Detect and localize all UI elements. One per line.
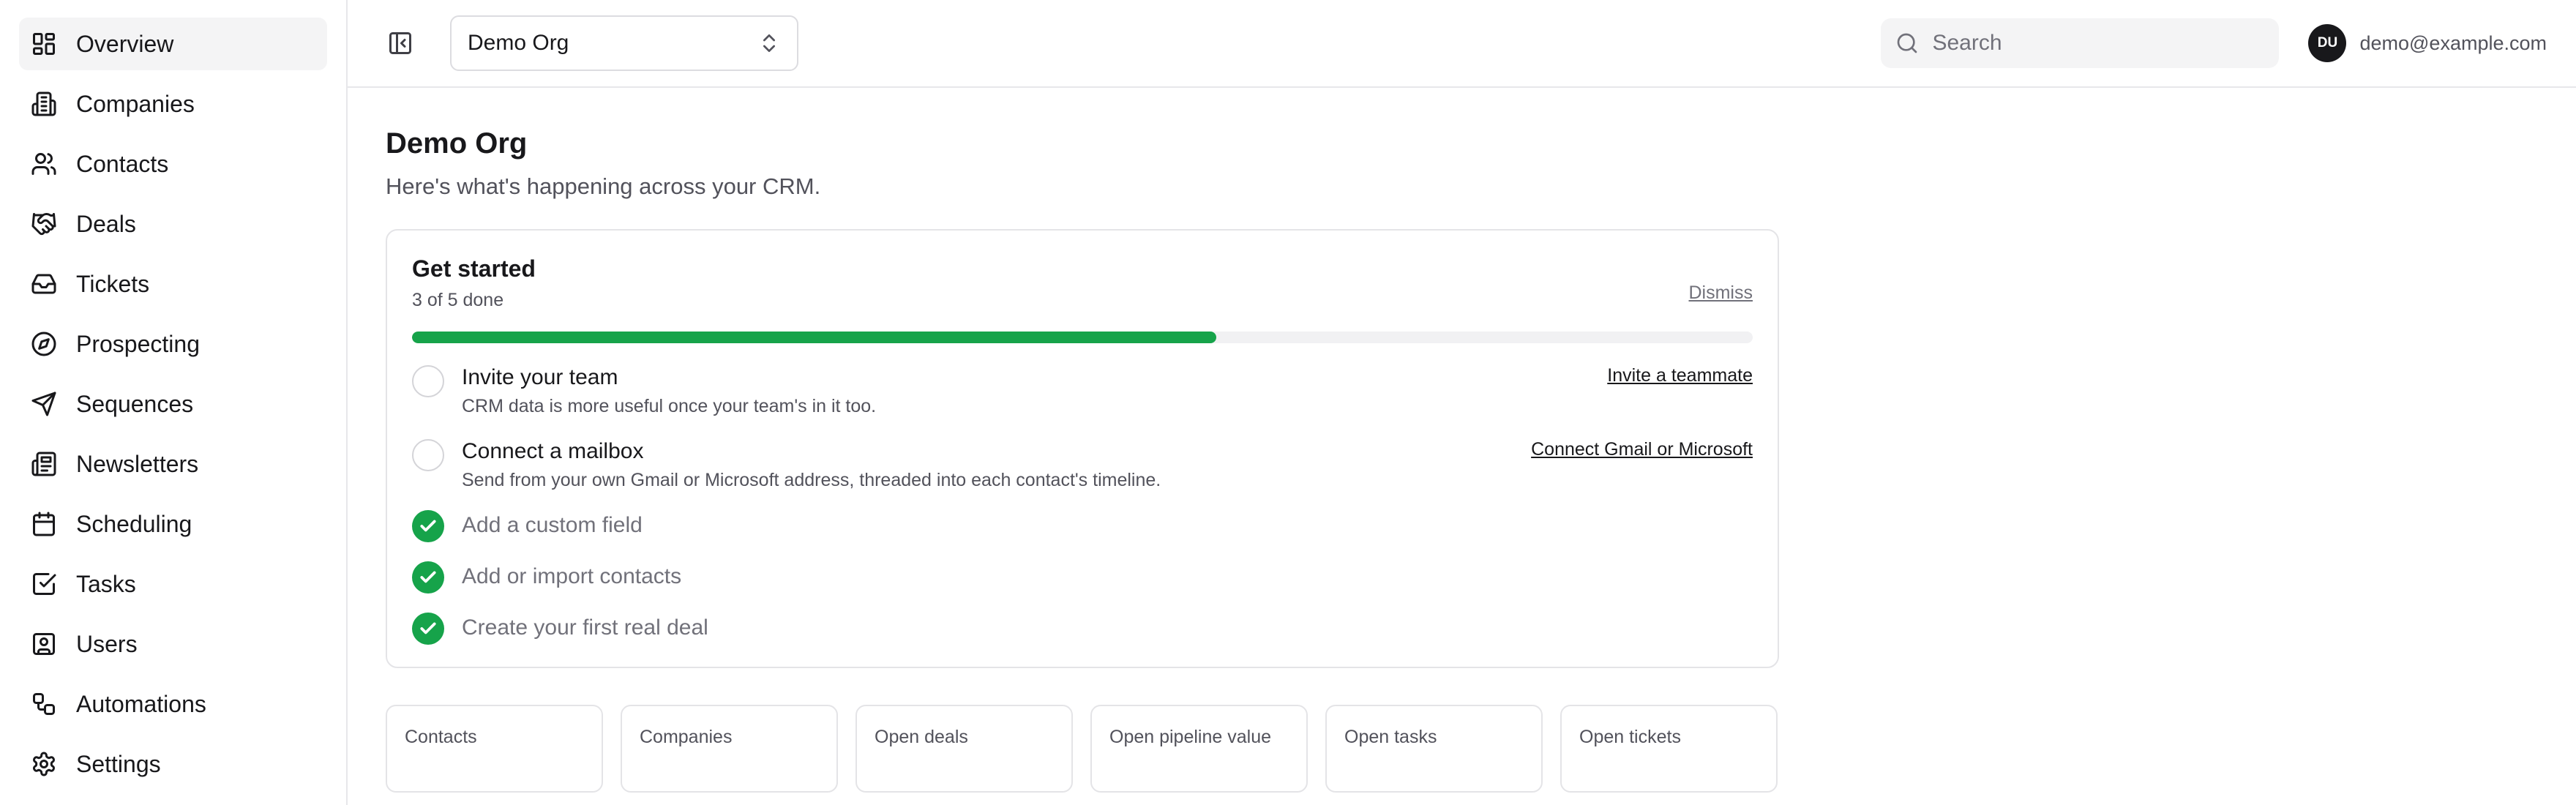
users-icon xyxy=(31,153,56,175)
connect-mailbox-link[interactable]: Connect Gmail or Microsoft xyxy=(1531,439,1753,460)
sidebar-item-tasks[interactable]: Tasks xyxy=(19,558,327,610)
get-started-heading: Get started 3 of 5 done xyxy=(412,255,536,311)
sidebar-item-label: Sequences xyxy=(76,390,194,417)
workflow-icon xyxy=(33,693,55,715)
sidebar-item-sequences[interactable]: Sequences xyxy=(19,378,327,430)
sidebar-toggle-button[interactable] xyxy=(386,29,415,58)
progress-bar xyxy=(412,332,1753,343)
sidebar-item-label: Scheduling xyxy=(76,510,192,537)
check-icon xyxy=(420,622,436,634)
invite-teammate-link[interactable]: Invite a teammate xyxy=(1607,365,1753,386)
sidebar-item-contacts[interactable]: Contacts xyxy=(19,138,327,190)
task-body: Create your first real deal xyxy=(462,613,1753,640)
task-complete-check xyxy=(412,613,444,645)
stat-card-open-deals[interactable]: Open deals xyxy=(855,705,1073,793)
sidebar-item-label: Overview xyxy=(76,30,174,57)
topbar: Demo Org DU demo@example.com xyxy=(348,0,2576,88)
gear-icon xyxy=(33,752,55,776)
app-root: Overview Companies Contacts Deals Ticket… xyxy=(0,0,2576,805)
page-content: Demo Org Here's what's happening across … xyxy=(348,88,2576,793)
sidebar-item-prospecting[interactable]: Prospecting xyxy=(19,318,327,370)
search-box[interactable] xyxy=(1881,18,2280,68)
org-select[interactable]: Demo Org xyxy=(450,15,798,71)
stat-card-open-tasks[interactable]: Open tasks xyxy=(1325,705,1543,793)
search-input[interactable] xyxy=(1932,31,2265,56)
page-title: Demo Org xyxy=(386,127,528,160)
topbar-right: DU demo@example.com xyxy=(1881,18,2547,68)
sidebar-item-tickets[interactable]: Tickets xyxy=(19,258,327,310)
dismiss-button[interactable]: Dismiss xyxy=(1689,282,1753,304)
progress-bar-fill xyxy=(412,332,1217,343)
sidebar-item-label: Deals xyxy=(76,210,136,237)
get-started-title: Get started xyxy=(412,255,536,282)
compass-icon xyxy=(31,332,56,356)
task-invite-team: Invite your team CRM data is more useful… xyxy=(412,365,1753,417)
sidebar-item-label: Companies xyxy=(76,90,195,117)
check-icon xyxy=(420,571,436,583)
get-started-card: Get started 3 of 5 done Dismiss Invite y… xyxy=(386,229,1779,668)
check-square-icon xyxy=(33,573,56,595)
sidebar-item-overview[interactable]: Overview xyxy=(19,18,327,70)
task-complete-check xyxy=(412,510,444,542)
task-title: Add a custom field xyxy=(462,513,643,537)
sidebar-item-users[interactable]: Users xyxy=(19,618,327,670)
sidebar-item-label: Automations xyxy=(76,690,206,717)
main-area: Demo Org DU demo@example.com Demo Org He… xyxy=(348,0,2576,805)
stat-card-pipeline-value[interactable]: Open pipeline value xyxy=(1090,705,1308,793)
stat-card-contacts[interactable]: Contacts xyxy=(386,705,603,793)
task-description: Send from your own Gmail or Microsoft ad… xyxy=(462,470,1161,490)
task-first-deal: Create your first real deal xyxy=(412,613,1753,645)
task-custom-field: Add a custom field xyxy=(412,510,1753,542)
search-icon xyxy=(1898,33,1917,53)
stats-row: Contacts Companies Open deals Open pipel… xyxy=(386,705,2538,793)
task-body: Connect a mailbox Send from your own Gma… xyxy=(462,439,1531,491)
sidebar-item-label: Tickets xyxy=(76,270,150,297)
task-connect-mailbox: Connect a mailbox Send from your own Gma… xyxy=(412,439,1753,491)
task-title: Invite your team xyxy=(462,365,618,389)
avatar[interactable]: DU xyxy=(2308,24,2347,62)
user-email[interactable]: demo@example.com xyxy=(2359,32,2547,55)
page-subtitle: Here's what's happening across your CRM. xyxy=(386,173,821,199)
check-icon xyxy=(420,520,436,532)
handshake-icon xyxy=(31,213,56,236)
chevrons-up-down-icon xyxy=(763,34,775,52)
inbox-icon xyxy=(31,274,56,294)
stat-card-open-tickets[interactable]: Open tickets xyxy=(1560,705,1778,793)
task-title: Create your first real deal xyxy=(462,615,708,640)
stat-card-companies[interactable]: Companies xyxy=(621,705,838,793)
sidebar-item-automations[interactable]: Automations xyxy=(19,678,327,730)
task-body: Add a custom field xyxy=(462,510,1753,538)
sidebar-item-label: Users xyxy=(76,630,138,657)
sidebar-item-label: Tasks xyxy=(76,570,136,597)
layout-grid-icon xyxy=(33,33,55,55)
sidebar-item-settings[interactable]: Settings xyxy=(19,738,327,790)
sidebar-item-label: Contacts xyxy=(76,150,169,177)
task-title: Connect a mailbox xyxy=(462,439,644,463)
send-icon xyxy=(31,392,56,416)
task-checkbox[interactable] xyxy=(412,365,444,397)
sidebar-item-scheduling[interactable]: Scheduling xyxy=(19,498,327,550)
get-started-header: Get started 3 of 5 done Dismiss xyxy=(412,255,1753,311)
sidebar-item-label: Prospecting xyxy=(76,330,200,357)
calendar-icon xyxy=(33,512,55,536)
get-started-progress-text: 3 of 5 done xyxy=(412,290,504,310)
task-checkbox[interactable] xyxy=(412,439,444,471)
user-square-icon xyxy=(33,633,55,655)
newspaper-icon xyxy=(31,452,56,476)
panel-left-icon xyxy=(389,32,411,54)
task-body: Add or import contacts xyxy=(462,561,1753,589)
sidebar-item-deals[interactable]: Deals xyxy=(19,198,327,250)
task-import-contacts: Add or import contacts xyxy=(412,561,1753,594)
sidebar-item-label: Settings xyxy=(76,750,161,777)
building-icon xyxy=(31,91,56,116)
sidebar-item-newsletters[interactable]: Newsletters xyxy=(19,438,327,490)
task-description: CRM data is more useful once your team's… xyxy=(462,396,877,416)
sidebar: Overview Companies Contacts Deals Ticket… xyxy=(0,0,348,805)
task-body: Invite your team CRM data is more useful… xyxy=(462,365,1607,417)
org-select-value: Demo Org xyxy=(468,31,569,55)
task-title: Add or import contacts xyxy=(462,564,682,588)
sidebar-item-companies[interactable]: Companies xyxy=(19,78,327,130)
sidebar-item-label: Newsletters xyxy=(76,450,199,477)
task-complete-check xyxy=(412,561,444,594)
